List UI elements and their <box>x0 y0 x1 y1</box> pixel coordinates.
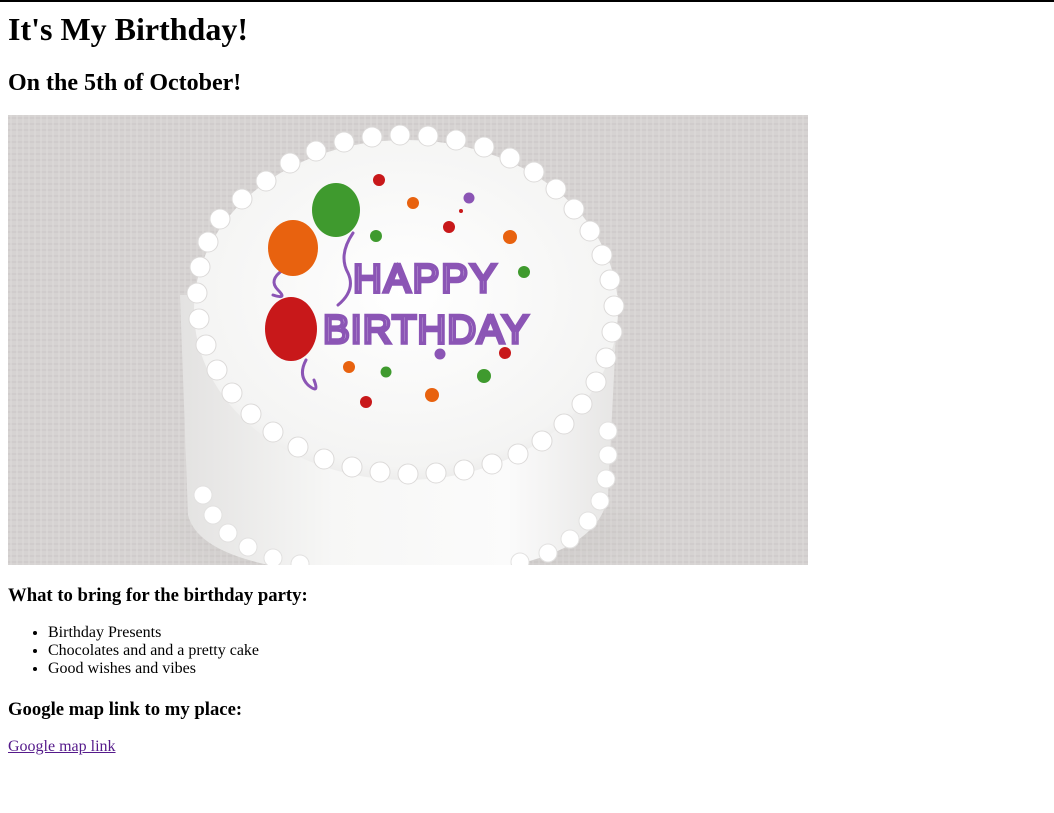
map-section-title: Google map link to my place: <box>8 699 243 720</box>
list-item: Good wishes and vibes <box>48 660 259 678</box>
page-title: It's My Birthday! <box>8 11 248 47</box>
birthday-cake-image: HAPPY BIRTHDAY <box>8 115 808 565</box>
bring-list: Birthday Presents Chocolates and and a p… <box>8 624 259 678</box>
page-subtitle: On the 5th of October! <box>8 70 242 96</box>
cake-text-happy: HAPPY <box>353 257 499 301</box>
list-item: Chocolates and and a pretty cake <box>48 642 259 660</box>
bring-section-title: What to bring for the birthday party: <box>8 585 308 606</box>
list-item: Birthday Presents <box>48 624 259 642</box>
cake-text-birthday: BIRTHDAY <box>323 308 530 352</box>
google-map-link[interactable]: Google map link <box>8 738 116 756</box>
